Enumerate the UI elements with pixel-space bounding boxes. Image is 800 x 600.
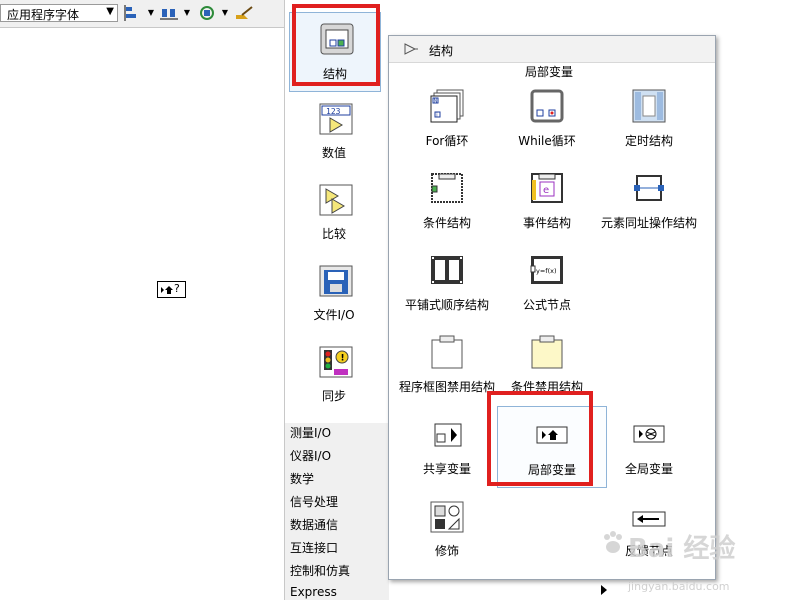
node-label: ? [174, 282, 180, 295]
highlight-box-structures [292, 4, 380, 86]
subpalette-item-label: 元素同址操作结构 [600, 216, 697, 230]
subpalette-item-label: 平铺式顺序结构 [404, 298, 489, 312]
chevron-down-icon: ▼ [106, 6, 114, 17]
palette-category-control-simulation[interactable]: 控制和仿真 [290, 562, 350, 579]
subpalette-item-for-loop[interactable]: Ni For循环 [393, 78, 501, 158]
timed-structure-icon [632, 89, 666, 123]
while-loop-icon [530, 89, 564, 123]
subpalette-item-flat-sequence-structure[interactable]: 平铺式顺序结构 [393, 242, 501, 322]
highlight-box-local-variable [487, 391, 593, 486]
svg-text:e: e [543, 185, 549, 196]
subpalette-item-label: 事件结构 [522, 216, 571, 230]
subpalette-item-event-structure[interactable]: e 事件结构 [493, 160, 601, 240]
subpalette-item-label: 全局变量 [624, 462, 673, 476]
subpalette-item-label: While循环 [518, 134, 576, 148]
chevron-down-icon: ▼ [147, 8, 154, 17]
subpalette-item-formula-node[interactable]: y=f(x) 公式节点 [493, 242, 601, 322]
font-select[interactable]: 应用程序字体 ▼ [0, 4, 118, 22]
reorder-button[interactable]: ▼ [198, 5, 228, 23]
distribute-objects-button[interactable]: ▼ [160, 5, 190, 23]
broom-icon [236, 6, 253, 19]
watermark-url: jingyan.baidu.com [628, 580, 730, 593]
flat-sequence-icon [431, 256, 463, 284]
subpalette-item-global-variable[interactable]: 全局变量 [595, 406, 703, 486]
svg-text:y=f(x): y=f(x) [536, 267, 557, 275]
subpalette-item-in-place-element-structure[interactable]: 元素同址操作结构 [595, 160, 703, 240]
svg-text:i: i [436, 113, 437, 119]
palette-item-comparison[interactable]: 比较 [289, 173, 379, 251]
subpalette-item-label: For循环 [425, 134, 469, 148]
font-select-value: 应用程序字体 [7, 8, 80, 22]
subpalette-item-case-structure[interactable]: 条件结构 [393, 160, 501, 240]
subpalette-item-label: 程序框图禁用结构 [398, 380, 495, 394]
svg-text:123: 123 [326, 107, 341, 116]
comparison-icon [319, 184, 353, 216]
diagram-toolbar: 应用程序字体 ▼ ▼ ▼ ▼ [0, 0, 290, 28]
synchronization-icon: ! [319, 346, 353, 378]
palette-category-express[interactable]: Express [290, 585, 337, 599]
global-variable-icon [633, 425, 665, 443]
numeric-icon: 123 [319, 103, 353, 135]
palette-item-synchronization[interactable]: ! 同步 [289, 335, 379, 413]
palette-item-label: 同步 [321, 389, 346, 403]
palette-category-instrument-io[interactable]: 仪器I/O [290, 447, 331, 464]
shared-variable-icon [434, 423, 462, 447]
palette-item-file-io[interactable]: 文件I/O [289, 254, 379, 332]
watermark-brand: Bai 经验 [628, 534, 736, 564]
subpalette-item-while-loop[interactable]: While循环 [493, 78, 601, 158]
subpalette-title: 结构 [429, 44, 454, 58]
svg-text:N: N [434, 99, 438, 105]
palette-item-numeric[interactable]: 123 数值 [289, 92, 379, 170]
chevron-down-icon: ▼ [221, 8, 228, 17]
block-diagram-local-variable-node[interactable]: ? [157, 281, 186, 298]
palette-category-list: 测量I/O 仪器I/O 数学 信号处理 数据通信 互连接口 控制和仿真 Expr… [285, 423, 389, 600]
case-structure-icon [431, 173, 463, 203]
palette-category-connectivity[interactable]: 互连接口 [290, 539, 338, 556]
subpalette-item-timed-structure[interactable]: 定时结构 [595, 78, 703, 158]
palette-item-label: 数值 [321, 146, 346, 160]
distribute-objects-icon [160, 9, 178, 20]
pin-icon[interactable] [403, 42, 419, 56]
svg-text:!: ! [341, 354, 345, 364]
file-io-icon [319, 265, 353, 297]
subpalette-item-label: 条件结构 [422, 216, 471, 230]
subpalette-item-label: 共享变量 [422, 462, 471, 476]
palette-category-signal-processing[interactable]: 信号处理 [290, 493, 338, 510]
reorder-icon [200, 6, 214, 20]
chevron-down-icon: ▼ [183, 8, 190, 17]
local-variable-icon [161, 286, 173, 294]
event-structure-icon: e [531, 173, 563, 203]
palette-item-label: 文件I/O [313, 308, 355, 322]
palette-category-mathematics[interactable]: 数学 [290, 470, 314, 487]
subpalette-header: 结构 [389, 36, 715, 63]
palette-category-measurement-io[interactable]: 测量I/O [290, 424, 331, 441]
for-loop-icon: Ni [430, 89, 464, 123]
paw-logo-icon [604, 531, 622, 553]
in-place-element-icon [634, 175, 664, 201]
subpalette-item-label: 定时结构 [624, 134, 673, 148]
palette-category-data-communication[interactable]: 数据通信 [290, 516, 338, 533]
decorations-icon [430, 501, 464, 533]
watermark: Bai 经验 jingyan.baidu.com [600, 520, 800, 600]
diagram-disable-icon [431, 335, 463, 369]
cleanup-diagram-button[interactable] [234, 5, 264, 23]
conditional-disable-icon [531, 335, 563, 369]
subpalette-item-label: 修饰 [434, 544, 459, 558]
subpalette-item-diagram-disable-structure[interactable]: 程序框图禁用结构 [393, 324, 501, 404]
subpalette-item-decorations[interactable]: 修饰 [393, 488, 501, 568]
align-objects-icon [124, 5, 136, 21]
align-objects-button[interactable]: ▼ [124, 5, 154, 23]
formula-node-icon: y=f(x) [530, 256, 563, 284]
subpalette-item-label: 公式节点 [522, 298, 571, 312]
structures-subpalette: 结构 局部变量 Ni For循环 While循环 定时结构 条件结构 e 事件结… [388, 35, 716, 580]
subpalette-item-shared-variable[interactable]: 共享变量 [393, 406, 501, 486]
palette-item-label: 比较 [321, 227, 346, 241]
